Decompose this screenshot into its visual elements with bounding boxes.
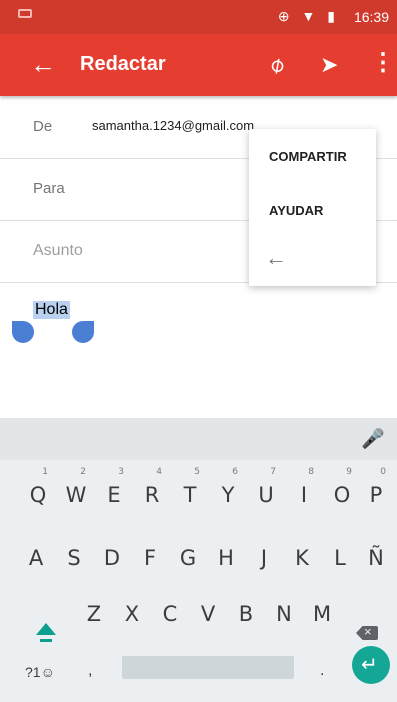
subject-field[interactable]: Asunto <box>33 242 83 260</box>
key-m[interactable]: M <box>310 595 334 633</box>
selection-handle-right[interactable] <box>72 321 94 343</box>
key-x[interactable]: X <box>120 595 144 633</box>
key-g[interactable]: G <box>176 539 200 577</box>
from-value[interactable]: samantha.1234@gmail.com <box>92 118 254 133</box>
mic-icon[interactable]: 🎤 <box>361 427 385 451</box>
shift-underline <box>40 639 52 642</box>
body-text[interactable]: Hola <box>33 301 70 319</box>
key-r[interactable]: R4 <box>140 467 164 514</box>
key-q[interactable]: Q1 <box>26 467 50 514</box>
key-u[interactable]: U7 <box>254 467 278 514</box>
enter-key[interactable]: ↵ <box>352 646 390 684</box>
selection-handle-left[interactable] <box>12 321 34 343</box>
help-menu-item[interactable]: AYUDAR <box>269 203 323 218</box>
key-z[interactable]: Z <box>82 595 106 633</box>
share-menu-item[interactable]: COMPARTIR <box>269 149 347 164</box>
key-j[interactable]: J <box>252 539 276 577</box>
back-icon[interactable]: ← <box>30 49 56 80</box>
status-bar: ⊕ ▼ ▮ 16:39 <box>0 0 397 34</box>
keyboard: 🎤 Q1 W2 E3 R4 T5 Y6 U7 I8 O9 P0 A S D F … <box>0 418 397 702</box>
shift-key[interactable] <box>30 613 60 651</box>
to-label: Para <box>33 180 65 197</box>
key-a[interactable]: A <box>24 539 48 577</box>
from-label: De <box>33 118 53 135</box>
key-f[interactable]: F <box>138 539 162 577</box>
notification-icon <box>18 9 32 18</box>
send-icon[interactable]: ➤ <box>320 52 338 78</box>
shift-arrow-icon <box>36 623 56 635</box>
key-i[interactable]: I8 <box>292 467 316 514</box>
key-y[interactable]: Y6 <box>216 467 240 514</box>
back-arrow-icon[interactable]: ← <box>265 245 287 271</box>
key-h[interactable]: H <box>214 539 238 577</box>
keyboard-suggestion-bar: 🎤 <box>0 418 397 460</box>
backspace-icon[interactable]: × <box>356 626 378 640</box>
page-title: Redactar <box>80 53 166 75</box>
key-p[interactable]: P0 <box>364 467 388 514</box>
key-n[interactable]: N <box>272 595 296 633</box>
attach-icon[interactable]: ⌀ <box>264 51 290 80</box>
key-b[interactable]: B <box>234 595 258 633</box>
key-t[interactable]: T5 <box>178 467 202 514</box>
comma-key[interactable]: , <box>88 662 92 680</box>
space-bar[interactable] <box>122 656 294 679</box>
more-options-icon[interactable]: ⋮ <box>371 48 395 77</box>
body-area[interactable]: Hola <box>0 283 397 418</box>
key-s[interactable]: S <box>62 539 86 577</box>
key-n-tilde[interactable]: Ñ <box>364 539 388 577</box>
app-bar: ← Redactar ⌀ ➤ ⋮ <box>0 34 397 96</box>
key-o[interactable]: O9 <box>330 467 354 514</box>
symbols-key[interactable]: ?1☺ <box>25 664 55 680</box>
status-time: 16:39 <box>353 9 389 25</box>
key-k[interactable]: K <box>290 539 314 577</box>
context-menu: COMPARTIR AYUDAR ← <box>249 129 376 286</box>
key-d[interactable]: D <box>100 539 124 577</box>
key-v[interactable]: V <box>196 595 220 633</box>
status-icons: ⊕ ▼ ▮ <box>277 8 339 24</box>
key-l[interactable]: L <box>328 539 352 577</box>
key-w[interactable]: W2 <box>64 467 88 514</box>
enter-icon: ↵ <box>361 654 378 676</box>
key-e[interactable]: E3 <box>102 467 126 514</box>
key-c[interactable]: C <box>158 595 182 633</box>
period-key[interactable]: . <box>320 662 324 680</box>
